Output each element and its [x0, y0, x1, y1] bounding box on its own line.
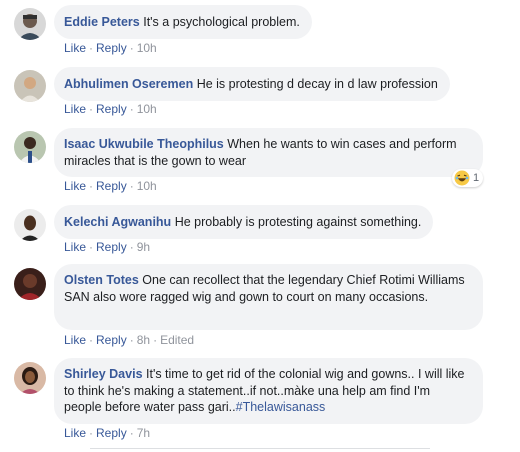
timestamp[interactable]: 10h — [137, 102, 157, 116]
avatar[interactable] — [14, 362, 46, 394]
reaction-count: 1 — [473, 172, 480, 184]
avatar[interactable] — [14, 70, 46, 102]
reply-link[interactable]: Reply — [96, 102, 127, 116]
separator: · — [129, 333, 134, 347]
like-link[interactable]: Like — [64, 426, 86, 440]
separator: · — [89, 41, 94, 55]
separator: · — [129, 179, 134, 193]
reaction-summary[interactable]: 1 — [452, 169, 484, 187]
comment-bubble: Abhulimen Oseremen He is protesting d de… — [54, 67, 450, 101]
comment-text: It's a psychological problem. — [143, 15, 300, 29]
comment-author[interactable]: Shirley Davis — [64, 367, 143, 381]
timestamp[interactable]: 10h — [137, 179, 157, 193]
comment-bubble: Eddie Peters It's a psychological proble… — [54, 5, 312, 39]
like-link[interactable]: Like — [64, 102, 86, 116]
comment-bubble: Shirley Davis It's time to get rid of th… — [54, 358, 483, 424]
separator: · — [129, 102, 134, 116]
reply-link[interactable]: Reply — [96, 41, 127, 55]
like-link[interactable]: Like — [64, 41, 86, 55]
comment-author[interactable]: Abhulimen Oseremen — [64, 77, 193, 91]
divider — [90, 448, 430, 449]
comment-bubble: Isaac Ukwubile Theophilus When he wants … — [54, 128, 483, 177]
comment-actions: Like · Reply · 10h — [64, 101, 157, 117]
comment-author[interactable]: Eddie Peters — [64, 15, 140, 29]
comment-author[interactable]: Olsten Totes — [64, 273, 139, 287]
laughing-emoji-icon — [454, 170, 470, 186]
avatar[interactable] — [14, 8, 46, 40]
timestamp[interactable]: 7h — [137, 426, 150, 440]
separator: · — [89, 426, 94, 440]
separator: · — [153, 333, 158, 347]
avatar[interactable] — [14, 131, 46, 163]
reply-link[interactable]: Reply — [96, 240, 127, 254]
comment-text: He probably is protesting against someth… — [174, 215, 422, 229]
comment-actions: Like · Reply · 10h — [64, 178, 157, 194]
comment-actions: Like · Reply · 8h · Edited — [64, 332, 194, 348]
reply-link[interactable]: Reply — [96, 333, 127, 347]
timestamp[interactable]: 8h — [137, 333, 150, 347]
reply-link[interactable]: Reply — [96, 426, 127, 440]
timestamp[interactable]: 10h — [137, 41, 157, 55]
separator: · — [129, 240, 134, 254]
avatar[interactable] — [14, 209, 46, 241]
avatar[interactable] — [14, 268, 46, 300]
comment-actions: Like · Reply · 9h — [64, 239, 150, 255]
timestamp[interactable]: 9h — [137, 240, 150, 254]
comment-actions: Like · Reply · 10h — [64, 40, 157, 56]
comment-author[interactable]: Isaac Ukwubile Theophilus — [64, 137, 224, 151]
edited-label[interactable]: Edited — [160, 333, 194, 347]
like-link[interactable]: Like — [64, 240, 86, 254]
hashtag-link[interactable]: #Thelawisanass — [236, 400, 326, 414]
reply-link[interactable]: Reply — [96, 179, 127, 193]
comment-author[interactable]: Kelechi Agwanihu — [64, 215, 171, 229]
separator: · — [89, 333, 94, 347]
separator: · — [129, 426, 134, 440]
separator: · — [129, 41, 134, 55]
comment-bubble: Olsten Totes One can recollect that the … — [54, 264, 483, 330]
comment-actions: Like · Reply · 7h — [64, 425, 150, 441]
separator: · — [89, 179, 94, 193]
like-link[interactable]: Like — [64, 333, 86, 347]
comment-bubble: Kelechi Agwanihu He probably is protesti… — [54, 205, 434, 239]
like-link[interactable]: Like — [64, 179, 86, 193]
comment-text: He is protesting d decay in d law profes… — [196, 77, 438, 91]
separator: · — [89, 102, 94, 116]
separator: · — [89, 240, 94, 254]
